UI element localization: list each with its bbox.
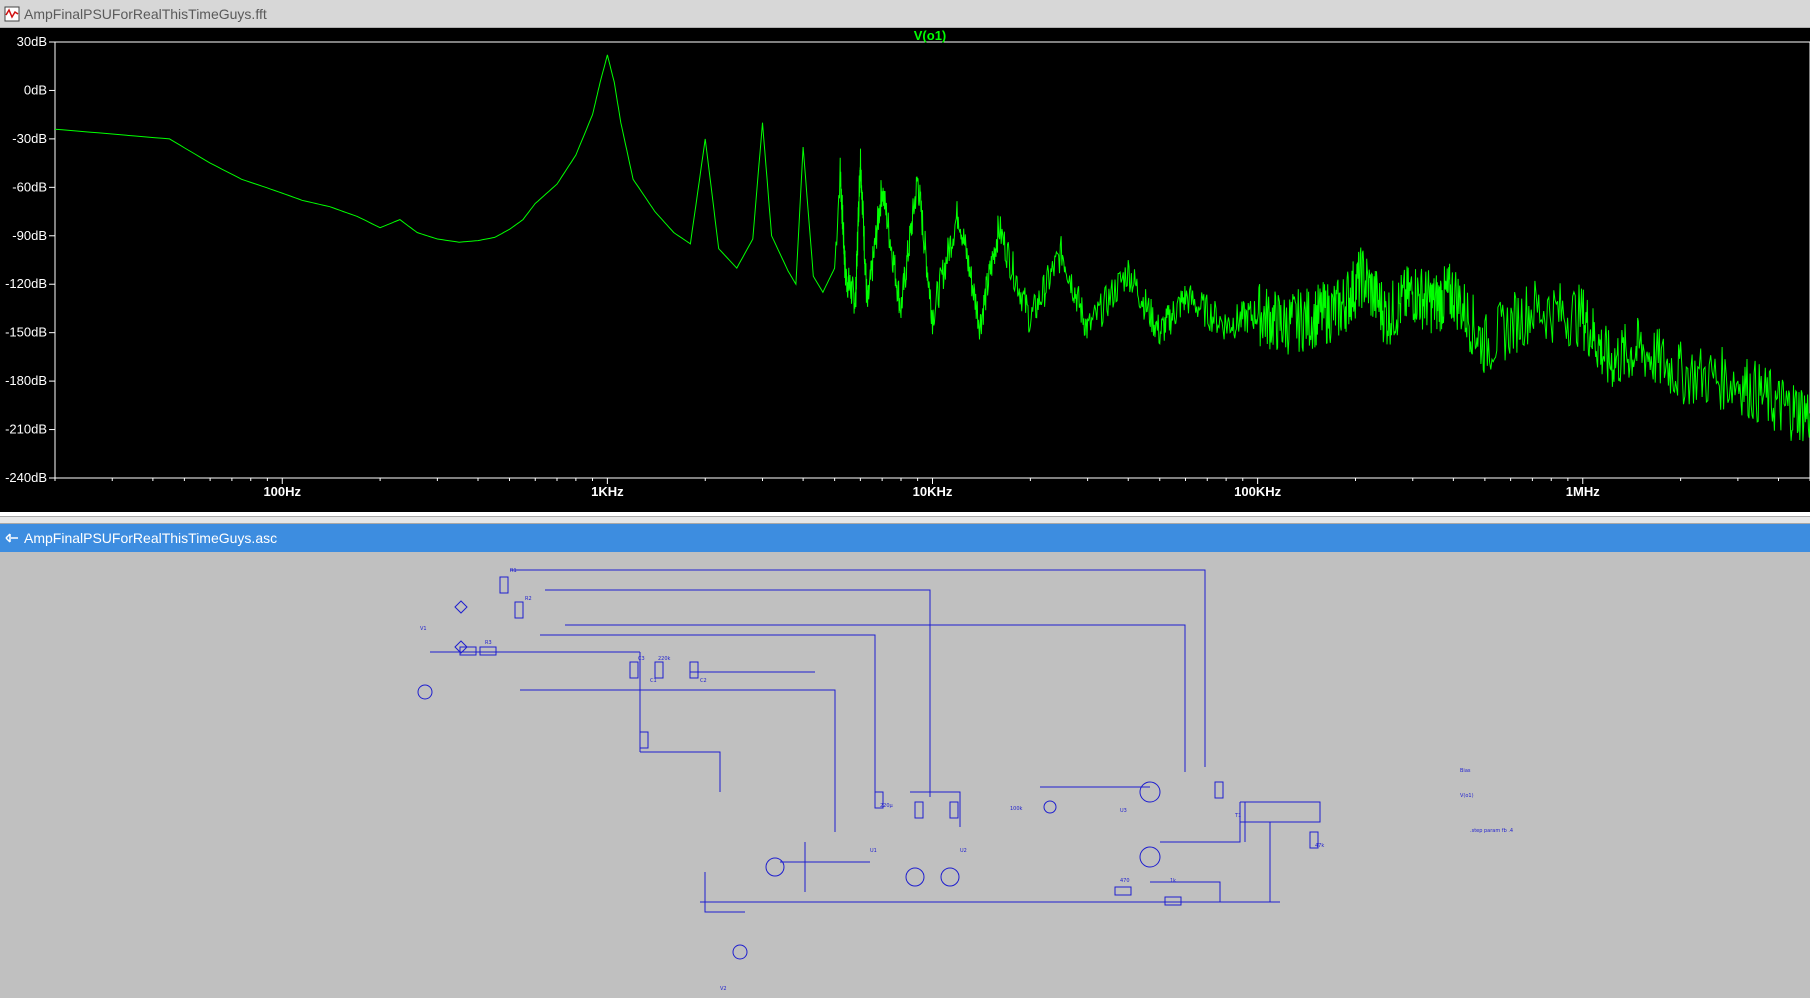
schematic-label: C1: [650, 678, 657, 684]
tube-symbol: [905, 867, 925, 887]
wire: [640, 751, 721, 792]
y-tick-label: -30dB: [12, 131, 47, 146]
bridge-rectifier: [454, 600, 468, 614]
chart-title: V(o1): [914, 28, 947, 43]
fft-chart[interactable]: 30dB 0dB -30dB -60dB -90dB -120dB -150dB -180dB…: [0, 28, 1810, 512]
component: [629, 661, 639, 679]
wire: [910, 791, 961, 827]
component: [949, 801, 959, 819]
schematic-label: R2: [525, 596, 532, 602]
schematic-label: Bias: [1460, 768, 1471, 774]
source-symbol: [732, 944, 748, 960]
schematic-drawing[interactable]: Bias .step param fb .4 V1 V2 U1 U2 U3 T1 R1 R2 R3 C…: [0, 552, 1810, 998]
wire: [1150, 881, 1221, 902]
schematic-label: R3: [485, 640, 492, 646]
wire: [545, 589, 931, 797]
fft-window-title: AmpFinalPSUForRealThisTimeGuys.fft: [24, 5, 267, 22]
y-tick-label: -120dB: [5, 276, 47, 291]
x-tick-label: 1MHz: [1566, 484, 1600, 499]
asc-window-title: AmpFinalPSUForRealThisTimeGuys.asc: [24, 530, 278, 546]
component: [639, 731, 649, 749]
schematic-window-icon: [5, 533, 18, 543]
schematic-label: 100k: [1010, 806, 1023, 812]
plot-area: [54, 41, 1810, 479]
schematic-label: U3: [1120, 808, 1127, 814]
tube-symbol: [1139, 846, 1161, 868]
trace-v-o1: [54, 54, 1810, 442]
y-tick-label: -240dB: [5, 470, 47, 485]
tube-symbol: [765, 857, 785, 877]
y-tick-label: -210dB: [5, 422, 47, 437]
x-tick-label: 100KHz: [1234, 484, 1281, 499]
component: [479, 646, 497, 656]
wire: [1160, 802, 1241, 843]
wire: [704, 872, 745, 913]
schematic-label: V2: [720, 986, 727, 992]
component: [514, 601, 524, 619]
wire: [540, 634, 876, 792]
component: [499, 576, 509, 594]
y-tick-label: 0dB: [24, 82, 47, 97]
y-tick-label: -60dB: [12, 179, 47, 194]
waveform-window-icon: [4, 6, 20, 21]
wire: [510, 569, 1206, 767]
schematic-label: 220µ: [880, 803, 894, 809]
schematic-label: 470: [1120, 878, 1130, 884]
source-symbol: [1043, 800, 1057, 814]
x-axis: 100Hz 1KHz 10KHz 100KHz 1MHz: [54, 478, 1810, 499]
y-axis: 30dB 0dB -30dB -60dB -90dB -120dB -150dB -180dB…: [5, 34, 55, 485]
component: [1214, 781, 1224, 799]
y-tick-label: 30dB: [17, 34, 47, 49]
schematic-label: 47k: [1315, 843, 1324, 849]
schematic-label: R1: [510, 568, 517, 574]
asc-window-titlebar[interactable]: AmpFinalPSUForRealThisTimeGuys.asc: [0, 524, 1810, 552]
tube-symbol: [940, 867, 960, 887]
schematic-label: U1: [870, 848, 877, 854]
schematic-label: 1k: [1170, 878, 1176, 884]
component: [1114, 886, 1132, 896]
schematic-canvas[interactable]: Bias .step param fb .4 V1 V2 U1 U2 U3 T1 R1 R2 R3 C…: [0, 552, 1810, 998]
x-tick-label: 1KHz: [591, 484, 624, 499]
schematic-label: V(o1): [1460, 793, 1474, 799]
component: [654, 661, 664, 679]
component: [689, 661, 699, 679]
schematic-label: U2: [960, 848, 967, 854]
y-tick-label: -150dB: [5, 325, 47, 340]
pane-splitter[interactable]: [0, 516, 1810, 524]
fft-plot-pane[interactable]: 30dB 0dB -30dB -60dB -90dB -120dB -150dB -180dB…: [0, 28, 1810, 512]
schematic-label: 220k: [658, 656, 671, 662]
x-tick-label: 10KHz: [913, 484, 953, 499]
series-line-v-o1[interactable]: [54, 54, 1810, 442]
x-tick-label: 100Hz: [263, 484, 301, 499]
wire: [1240, 801, 1321, 823]
component: [914, 801, 924, 819]
schematic-label: .step param fb .4: [1470, 828, 1513, 834]
wire: [520, 689, 836, 832]
source-symbol: [417, 684, 433, 700]
schematic-label: C2: [700, 678, 707, 684]
y-tick-label: -180dB: [5, 373, 47, 388]
schematic-label: C3: [638, 656, 645, 662]
y-tick-label: -90dB: [12, 228, 47, 243]
tube-symbol: [1139, 781, 1161, 803]
fft-window-titlebar[interactable]: AmpFinalPSUForRealThisTimeGuys.fft: [0, 0, 1810, 28]
schematic-label: V1: [420, 626, 427, 632]
component: [1164, 896, 1182, 906]
schematic-label: T1: [1234, 813, 1241, 819]
